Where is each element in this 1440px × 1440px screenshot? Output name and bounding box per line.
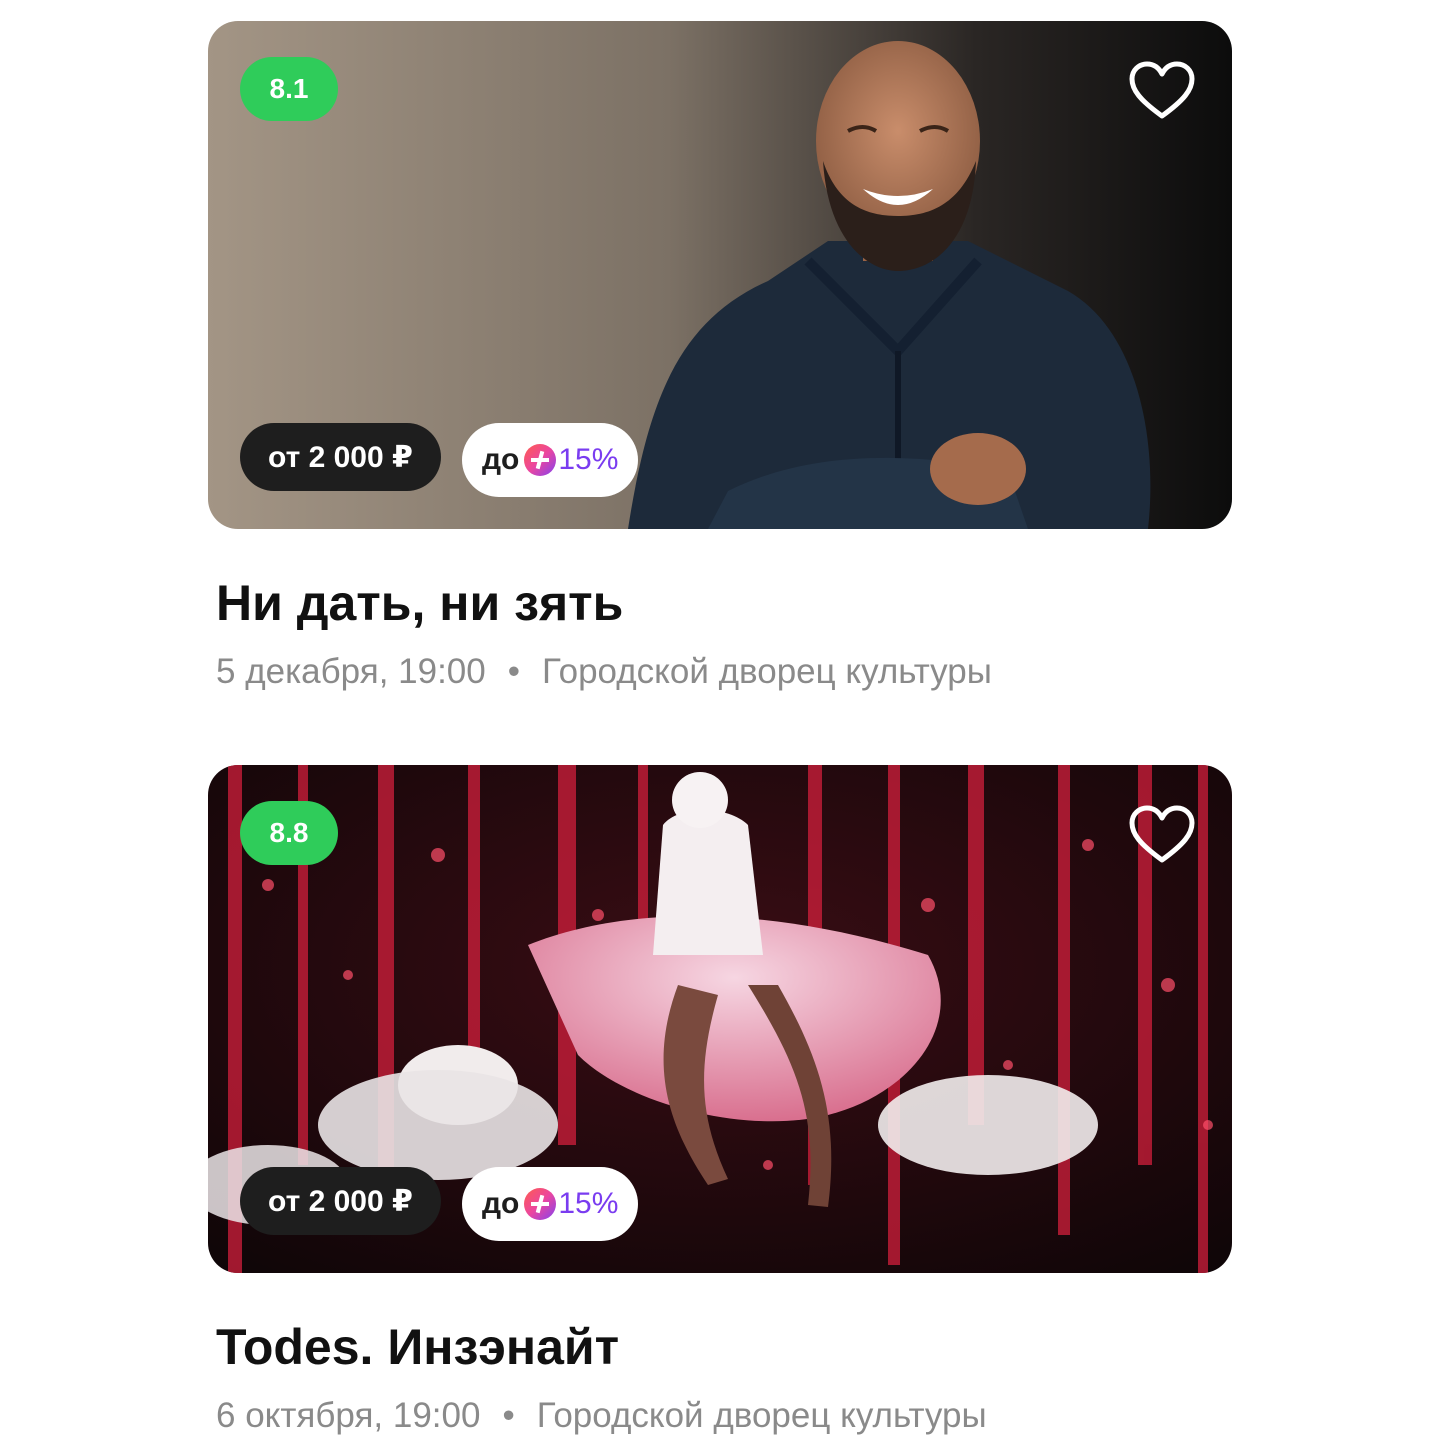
- cashback-value: 15%: [558, 1187, 619, 1220]
- event-title[interactable]: Todes. Инзэнайт: [216, 1317, 1232, 1377]
- cashback-badge[interactable]: до 15%: [462, 1167, 639, 1241]
- meta-separator: •: [507, 652, 520, 691]
- event-date: 6 октября, 19:00: [216, 1396, 481, 1435]
- rating-badge: 8.8: [240, 801, 338, 865]
- event-date: 5 декабря, 19:00: [216, 652, 486, 691]
- event-venue: Городской дворец культуры: [536, 1396, 987, 1435]
- event-image-dance-show[interactable]: 8.8 от 2 000 ₽ до 15%: [208, 765, 1232, 1273]
- favorite-button[interactable]: [1124, 57, 1200, 125]
- meta-separator: •: [502, 1396, 515, 1435]
- event-list: 8.1 от 2 000 ₽ до 15% Ни дать, ни зять 5…: [0, 0, 1440, 1440]
- event-image-comedian[interactable]: 8.1 от 2 000 ₽ до 15%: [208, 21, 1232, 529]
- heart-outline-icon: [1129, 805, 1195, 863]
- price-badge[interactable]: от 2 000 ₽: [240, 1167, 441, 1235]
- plus-cashback-icon: [524, 1188, 557, 1220]
- price-badge[interactable]: от 2 000 ₽: [240, 423, 441, 491]
- event-title[interactable]: Ни дать, ни зять: [216, 573, 1232, 633]
- event-meta: 5 декабря, 19:00 • Городской дворец культу…: [216, 651, 1232, 693]
- cashback-badge[interactable]: до 15%: [462, 423, 639, 497]
- heart-outline-icon: [1129, 61, 1195, 119]
- favorite-button[interactable]: [1124, 801, 1200, 869]
- event-venue: Городской дворец культуры: [542, 652, 992, 691]
- cashback-prefix: до: [482, 443, 520, 476]
- cashback-value: 15%: [558, 443, 619, 476]
- event-card[interactable]: 8.8 от 2 000 ₽ до 15% Todes. Инзэнайт 6 …: [208, 765, 1232, 1437]
- cashback-prefix: до: [482, 1187, 520, 1220]
- event-card[interactable]: 8.1 от 2 000 ₽ до 15% Ни дать, ни зять 5…: [208, 21, 1232, 693]
- rating-badge: 8.1: [240, 57, 338, 121]
- event-meta: 6 октября, 19:00 • Городской дворец культу…: [216, 1395, 1232, 1437]
- plus-cashback-icon: [524, 444, 557, 476]
